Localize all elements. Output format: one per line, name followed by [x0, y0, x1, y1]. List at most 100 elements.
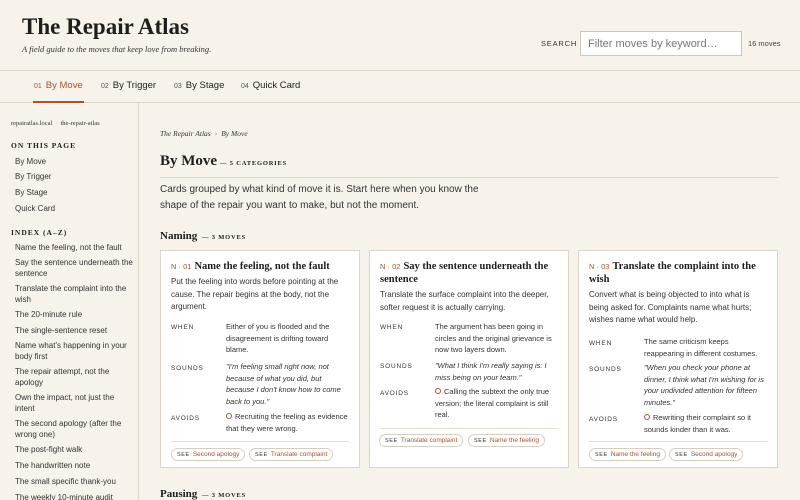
see-label: SEE — [474, 438, 487, 444]
see-link-second-apology[interactable]: SEE Second apology — [669, 448, 744, 461]
avoids-text: Rewriting their complaint so it sounds k… — [644, 413, 751, 434]
tab-number: 01 — [34, 83, 42, 90]
crumb-path[interactable]: the-repair-atlas — [61, 120, 100, 127]
move-card: N · 01 Name the feeling, not the fault Pu… — [160, 250, 360, 468]
see-link-text: Name the feeling — [610, 451, 660, 458]
see-link-translate-complaint[interactable]: SEE Translate complaint — [379, 434, 464, 447]
section-title-naming: Naming — [160, 230, 198, 242]
sidebar-breadcrumb: repairatlas.local · the-repair-atlas — [11, 120, 100, 127]
sidebar-link-by-stage[interactable]: By Stage — [15, 187, 135, 198]
card-description: Convert what is being objected to into w… — [589, 290, 752, 324]
tab-label: By Stage — [185, 80, 225, 91]
when-text: Either of you is flooded and the disagre… — [226, 322, 330, 354]
avoids-text: Calling the subtext the only true versio… — [435, 387, 550, 419]
index-item[interactable]: Name the feeling, not the fault — [15, 242, 135, 253]
breadcrumb-current: By Move — [221, 129, 248, 138]
index-item[interactable]: The small specific thank-you — [15, 476, 135, 487]
card-description: Translate the surface complaint into the… — [380, 290, 549, 312]
tab-by-trigger[interactable]: 02 By Trigger — [101, 71, 156, 103]
tab-by-move[interactable]: 01 By Move — [33, 71, 84, 103]
sounds-text: "I'm feeling small right now, not becaus… — [226, 362, 341, 406]
when-text: The same criticism keeps reappearing in … — [644, 337, 758, 358]
main-content: The Repair Atlas › By Move By Move — 5 CAT… — [160, 103, 790, 500]
site-tagline: A field guide to the moves that keep lov… — [22, 44, 212, 54]
avoids-label: AVOIDS — [171, 415, 200, 422]
index-item[interactable]: The post-fight walk — [15, 444, 135, 455]
card-number: N · 03 — [589, 262, 610, 271]
avoid-circle-icon — [226, 413, 232, 419]
when-text: The argument has been going in circles a… — [435, 322, 552, 354]
card-title[interactable]: N · 02 Say the sentence underneath the se… — [380, 260, 560, 286]
section-count-naming: — 3 MOVES — [202, 234, 247, 241]
sounds-text: "When you check your phone at dinner, I … — [644, 363, 764, 407]
see-label: SEE — [255, 452, 268, 458]
card-divider — [589, 441, 767, 442]
title-divider — [160, 177, 778, 178]
breadcrumb-separator: › — [214, 129, 218, 138]
see-link-translate-complaint[interactable]: SEE Translate complaint — [249, 448, 334, 461]
sidebar-link-quick-card[interactable]: Quick Card — [15, 203, 135, 214]
see-link-text: Name the feeling — [489, 437, 539, 444]
site-header: The Repair Atlas A field guide to the mo… — [0, 0, 800, 70]
index-item[interactable]: The 20-minute rule — [15, 309, 135, 320]
crumb-host[interactable]: repairatlas.local — [11, 120, 52, 127]
index-item[interactable]: Own the impact, not just the intent — [15, 392, 135, 414]
tab-label: By Trigger — [112, 80, 157, 91]
see-label: SEE — [385, 438, 398, 444]
card-number: N · 01 — [171, 262, 192, 271]
avoids-row: Rewriting their complaint so it sounds k… — [644, 412, 769, 435]
see-link-second-apology[interactable]: SEE Second apology — [171, 448, 246, 461]
search-input[interactable] — [580, 31, 742, 56]
breadcrumb: The Repair Atlas › By Move — [160, 129, 248, 138]
on-this-page-heading: ON THIS PAGE — [11, 141, 77, 150]
avoids-text: Recruiting the feeling as evidence that … — [226, 412, 348, 433]
sounds-label: SOUNDS — [171, 365, 204, 372]
index-item[interactable]: The single-sentence reset — [15, 325, 135, 336]
avoids-row: Calling the subtext the only true versio… — [435, 386, 560, 421]
see-link-name-the-feeling[interactable]: SEE Name the feeling — [468, 434, 545, 447]
sidebar-link-by-move[interactable]: By Move — [15, 156, 135, 167]
index-item[interactable]: The weekly 10-minute audit — [15, 492, 135, 500]
avoids-row: Recruiting the feeling as evidence that … — [226, 411, 351, 434]
page-subtitle: — 5 CATEGORIES — [220, 160, 288, 167]
card-title-text: Say the sentence underneath the sentence — [380, 261, 549, 285]
card-title[interactable]: N · 01 Name the feeling, not the fault — [171, 260, 351, 273]
avoids-label: AVOIDS — [589, 416, 618, 423]
when-label: WHEN — [171, 324, 195, 331]
moves-count: 16 moves — [748, 39, 781, 48]
breadcrumb-home[interactable]: The Repair Atlas — [160, 129, 211, 138]
tab-bar: 01 By Move 02 By Trigger 03 By Stage 04 Quic… — [0, 70, 800, 103]
card-title-text: Name the feeling, not the fault — [194, 261, 330, 272]
index-item[interactable]: Translate the complaint into the wish — [15, 283, 135, 305]
card-title-text: Translate the complaint into the wish — [589, 261, 756, 285]
crumb-separator: · — [55, 120, 58, 127]
card-number: N · 02 — [380, 262, 401, 271]
sidebar-link-by-trigger[interactable]: By Trigger — [15, 171, 135, 182]
index-item[interactable]: The handwritten note — [15, 460, 135, 471]
see-link-name-the-feeling[interactable]: SEE Name the feeling — [589, 448, 666, 461]
tab-quick-card[interactable]: 04 Quick Card — [241, 71, 300, 103]
see-label: SEE — [675, 452, 688, 458]
index-heading: INDEX (A–Z) — [11, 228, 68, 237]
when-label: WHEN — [380, 324, 404, 331]
move-card: N · 02 Say the sentence underneath the se… — [369, 250, 569, 468]
tab-label: By Move — [45, 80, 83, 91]
index-item[interactable]: Name what's happening in your body first — [15, 340, 135, 362]
section-title-pausing: Pausing — [160, 488, 198, 500]
card-title[interactable]: N · 03 Translate the complaint into the w… — [589, 260, 769, 286]
card-divider — [380, 428, 558, 429]
sounds-label: SOUNDS — [380, 363, 413, 370]
index-item[interactable]: The repair attempt, not the apology — [15, 366, 135, 388]
site-title[interactable]: The Repair Atlas — [22, 14, 189, 40]
move-card: N · 03 Translate the complaint into the w… — [578, 250, 778, 468]
avoid-circle-icon — [435, 388, 441, 394]
avoid-circle-icon — [644, 414, 650, 420]
sounds-label: SOUNDS — [589, 366, 622, 373]
tab-by-stage[interactable]: 03 By Stage — [174, 71, 224, 103]
search-label: SEARCH — [541, 39, 578, 48]
tab-number: 03 — [174, 83, 182, 90]
see-label: SEE — [595, 452, 608, 458]
see-link-text: Translate complaint — [270, 451, 328, 458]
index-item[interactable]: The second apology (after the wrong one) — [15, 418, 135, 440]
index-item[interactable]: Say the sentence underneath the sentence — [15, 257, 135, 279]
